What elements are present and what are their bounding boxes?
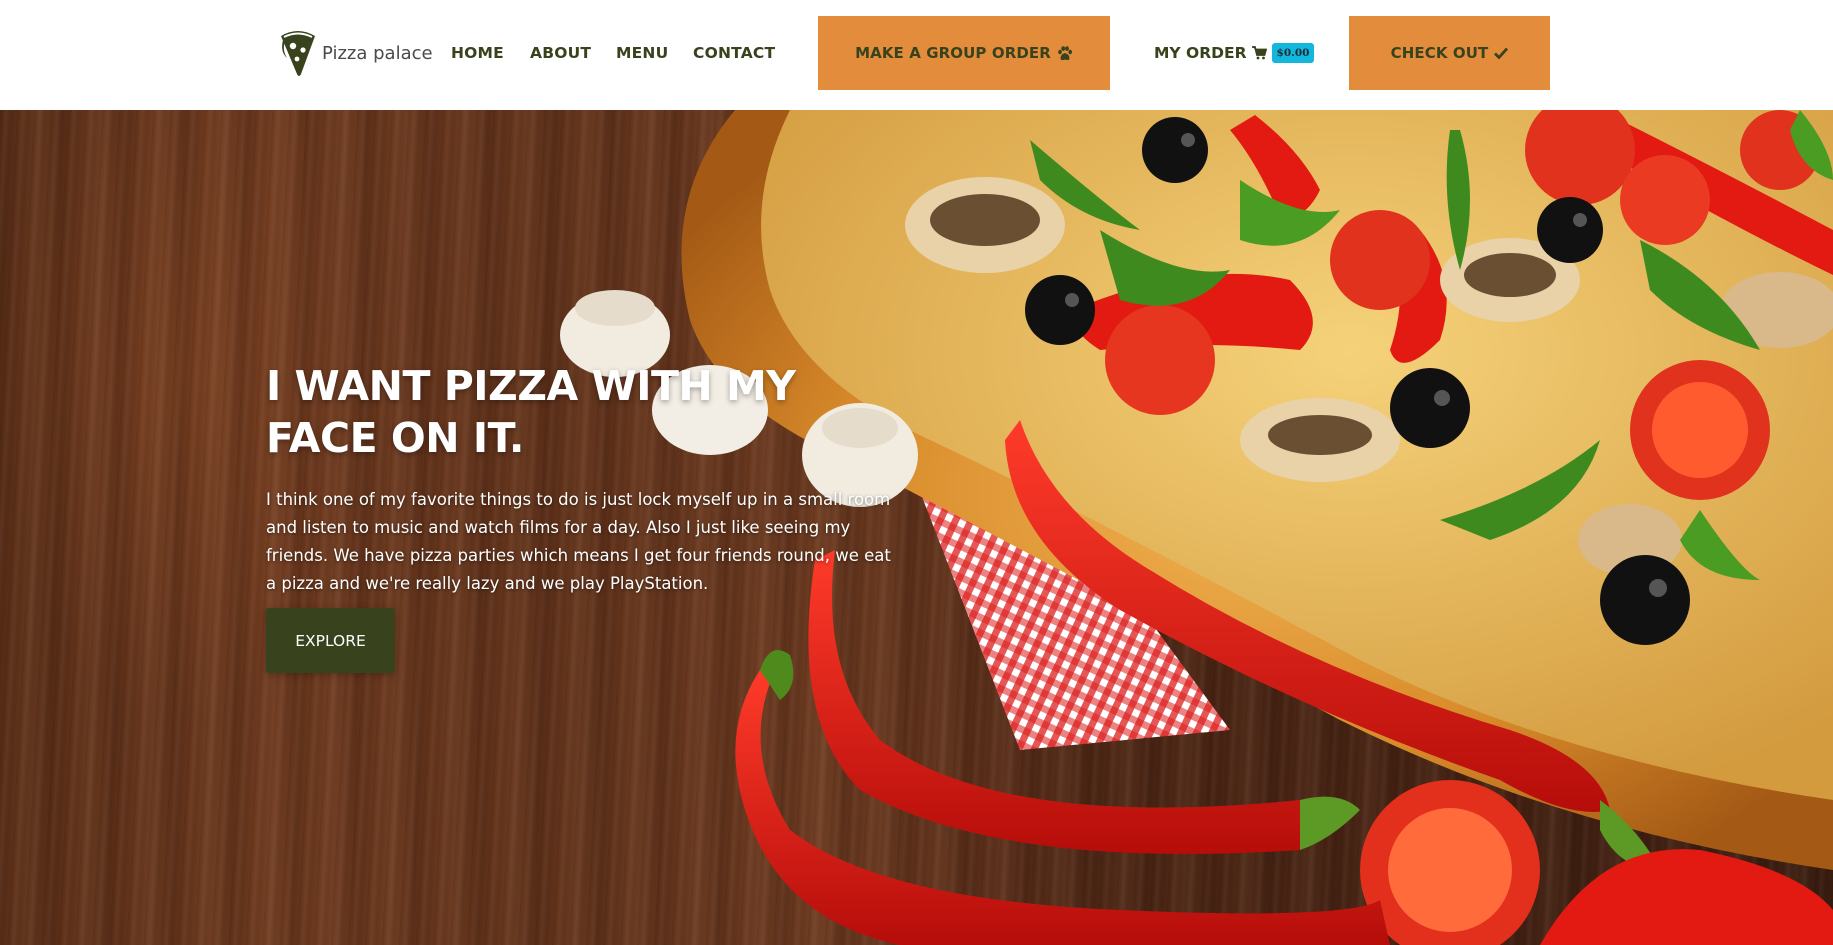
explore-button[interactable]: EXPLORE (266, 608, 395, 673)
paw-icon (1057, 45, 1073, 61)
brand-name: Pizza palace (322, 42, 433, 64)
nav-link-home[interactable]: HOME (451, 42, 504, 64)
checkmark-icon (1494, 47, 1509, 59)
nav-link-menu[interactable]: MENU (616, 42, 668, 64)
top-navbar: Pizza palace HOME ABOUT MENU CONTACT MAK… (0, 0, 1833, 110)
hero-content: I WANT PIZZA WITH MY FACE ON IT. I think… (266, 360, 906, 673)
checkout-label: CHECK OUT (1390, 44, 1489, 62)
checkout-button[interactable]: CHECK OUT (1349, 16, 1550, 90)
hero-description: I think one of my favorite things to do … (266, 490, 891, 593)
hero-title: I WANT PIZZA WITH MY FACE ON IT. (266, 362, 796, 462)
brand-logo-link[interactable]: Pizza palace (278, 28, 433, 78)
nav-link-about[interactable]: ABOUT (530, 42, 591, 64)
pizza-slice-icon (281, 31, 315, 76)
nav-link-contact[interactable]: CONTACT (693, 42, 775, 64)
group-order-button[interactable]: MAKE A GROUP ORDER (818, 16, 1110, 90)
hero-section: I WANT PIZZA WITH MY FACE ON IT. I think… (0, 110, 1833, 945)
my-order-link[interactable]: MY ORDER $0.00 (1154, 42, 1315, 64)
shopping-cart-icon (1251, 46, 1267, 60)
group-order-label: MAKE A GROUP ORDER (855, 44, 1051, 62)
order-total-badge: $0.00 (1271, 43, 1315, 63)
my-order-label: MY ORDER (1154, 44, 1247, 62)
